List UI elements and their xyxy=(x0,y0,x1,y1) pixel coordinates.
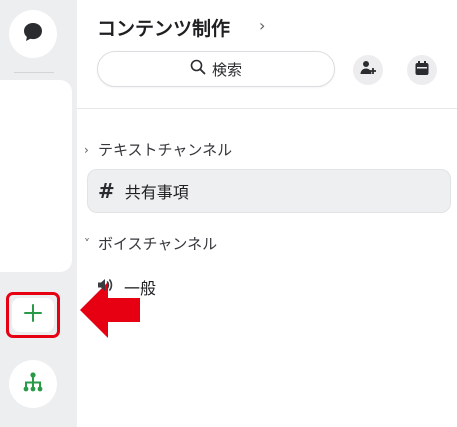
category-label: ボイスチャンネル xyxy=(98,235,218,253)
search-icon xyxy=(190,59,206,79)
invite-members-button[interactable] xyxy=(353,55,383,85)
events-button[interactable] xyxy=(407,55,437,85)
chevron-right-icon: › xyxy=(84,142,89,157)
directory-icon xyxy=(21,370,45,398)
channel-name: 一般 xyxy=(124,279,157,298)
voice-channel-general[interactable]: 一般 xyxy=(96,273,156,301)
hash-icon: # xyxy=(98,179,115,203)
category-text-channels[interactable]: › テキストチャンネル xyxy=(84,139,232,160)
server-directory-button[interactable] xyxy=(9,360,57,408)
channel-item-shared[interactable]: # 共有事項 xyxy=(87,169,451,213)
add-server-icon xyxy=(23,303,43,327)
speaker-icon xyxy=(96,276,114,298)
calendar-icon xyxy=(414,60,430,80)
chevron-down-icon: ˅ xyxy=(84,236,90,251)
search-label: 検索 xyxy=(211,60,242,79)
search-button[interactable]: 検索 xyxy=(97,51,335,87)
server-list-panel xyxy=(0,80,72,272)
server-title-chevron-icon[interactable]: › xyxy=(259,16,265,35)
add-server-button[interactable] xyxy=(12,298,54,332)
direct-messages-button[interactable] xyxy=(9,10,57,58)
server-title[interactable]: コンテンツ制作 xyxy=(97,14,230,41)
add-user-icon xyxy=(359,59,377,81)
chat-bubble-icon xyxy=(22,21,44,47)
server-rail xyxy=(0,0,77,427)
channel-header: コンテンツ制作 › 検索 xyxy=(77,0,457,109)
add-server-highlight xyxy=(6,292,60,338)
category-voice-channels[interactable]: ˅ ボイスチャンネル xyxy=(84,233,217,254)
rail-divider xyxy=(14,72,54,73)
category-label: テキストチャンネル xyxy=(98,141,233,159)
channel-name: 共有事項 xyxy=(124,183,189,202)
